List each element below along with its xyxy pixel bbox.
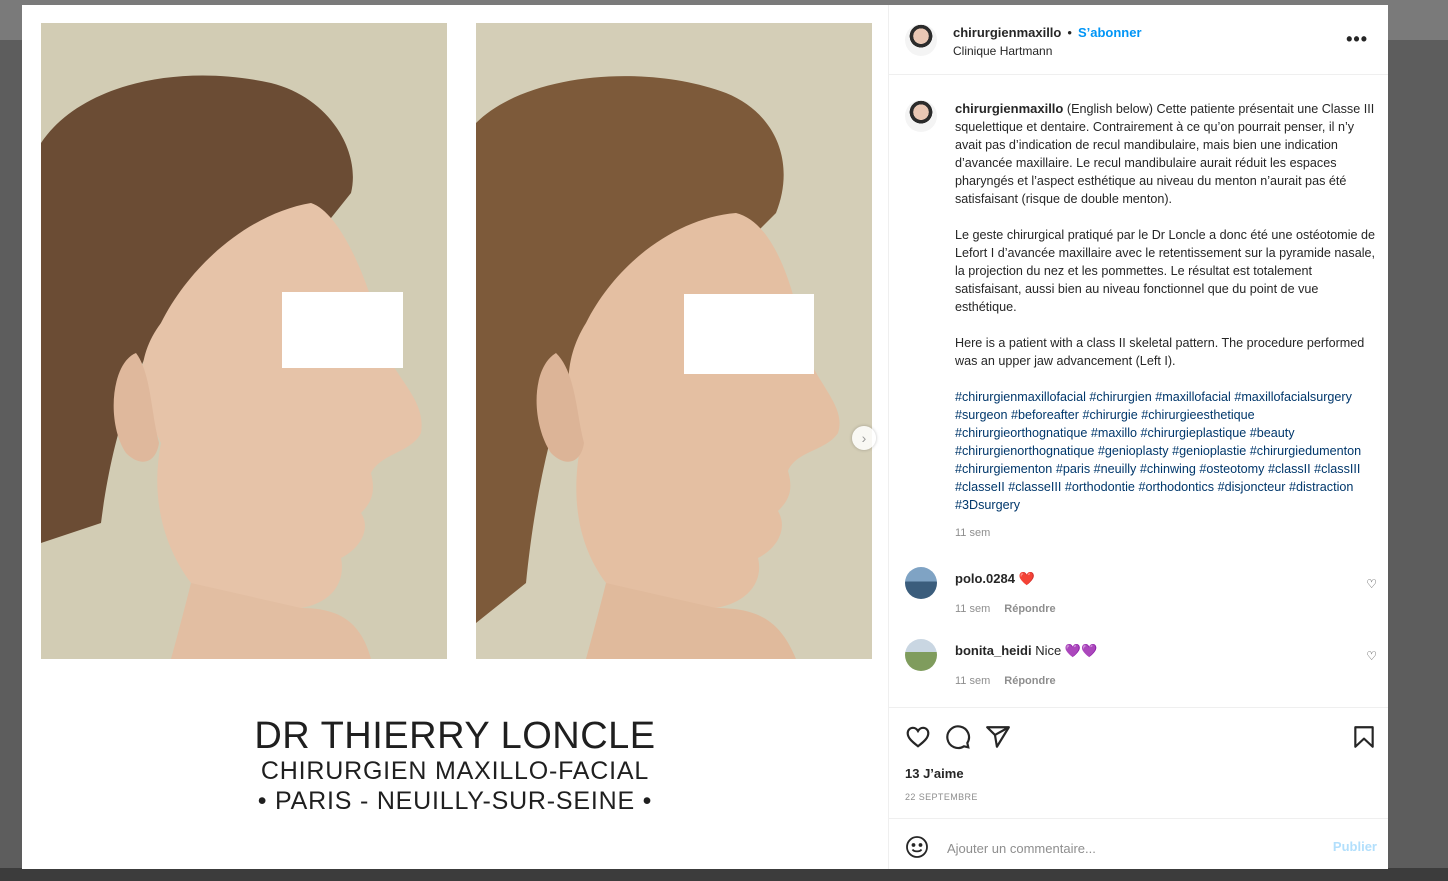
hashtag-link[interactable]: #genioplastie <box>1172 444 1246 458</box>
post-modal: › DR THIERRY LONCLE CHIRURGIEN MAXILLO-F… <box>22 5 1388 869</box>
hashtag-link[interactable]: #surgeon <box>955 408 1008 422</box>
caption-hashtags: #chirurgienmaxillofacial #chirurgien #ma… <box>955 388 1379 514</box>
commenter-avatar[interactable] <box>905 639 937 671</box>
before-photo <box>41 23 447 659</box>
hashtag-link[interactable]: #osteotomy <box>1199 462 1264 476</box>
caption-paragraph-2: Le geste chirurgical pratiqué par le Dr … <box>955 228 1376 314</box>
eye-censor-box-after <box>684 294 814 374</box>
add-comment-bar: Publier <box>889 818 1388 869</box>
hashtag-link[interactable]: #chirurgie <box>1082 408 1137 422</box>
save-bookmark-icon[interactable] <box>1351 724 1377 750</box>
comment-time: 11 sem <box>955 603 991 615</box>
hashtag-link[interactable]: #paris <box>1056 462 1090 476</box>
post-header: chirurgienmaxillo • S’abonner Clinique H… <box>889 5 1388 75</box>
reply-button[interactable]: Répondre <box>1004 675 1055 687</box>
hashtag-link[interactable]: #chirurgien <box>1089 390 1151 404</box>
post-panel: chirurgienmaxillo • S’abonner Clinique H… <box>888 5 1388 869</box>
follow-button[interactable]: S’abonner <box>1078 25 1142 40</box>
caption-paragraph-1: (English below) Cette patiente présentai… <box>955 102 1375 206</box>
comment-meta: 11 sem Répondre <box>955 675 1070 687</box>
comment-body: bonita_heidi Nice 💜💜 <box>955 643 1097 659</box>
hashtag-link[interactable]: #chirurgienorthognatique <box>955 444 1094 458</box>
comment-like-icon[interactable]: ♡ <box>1366 577 1377 591</box>
post-date: 22 SEPTEMBRE <box>905 792 978 802</box>
hashtag-link[interactable]: #genioplasty <box>1098 444 1169 458</box>
brand-place: • PARIS - NEUILLY-SUR-SEINE • <box>257 787 653 815</box>
hashtag-link[interactable]: #3Dsurgery <box>955 498 1020 512</box>
hashtag-link[interactable]: #chirurgienmaxillofacial <box>955 390 1086 404</box>
hashtag-link[interactable]: #orthodontics <box>1138 480 1214 494</box>
emoji-icon[interactable] <box>905 835 929 859</box>
hashtag-link[interactable]: #chirurgieorthognatique <box>955 426 1087 440</box>
header-user-row: chirurgienmaxillo • S’abonner <box>953 25 1142 40</box>
comment-time: 11 sem <box>955 675 991 687</box>
commenter-username[interactable]: polo.0284 <box>955 571 1015 586</box>
comment-meta: 11 sem Répondre <box>955 603 1070 615</box>
author-avatar[interactable] <box>905 24 937 56</box>
publish-button[interactable]: Publier <box>1333 839 1377 854</box>
hashtag-link[interactable]: #distraction <box>1289 480 1353 494</box>
brand-title: CHIRURGIEN MAXILLO-FACIAL <box>260 757 650 785</box>
commenter-username[interactable]: bonita_heidi <box>955 643 1032 658</box>
comment-text: ❤️ <box>1018 571 1035 586</box>
comment-item: polo.0284 ❤️ 11 sem Répondre ♡ <box>889 567 1388 627</box>
caption-time: 11 sem <box>955 527 991 539</box>
hashtag-link[interactable]: #chinwing <box>1140 462 1196 476</box>
caption-text: chirurgienmaxillo (English below) Cette … <box>955 100 1379 532</box>
commenter-avatar[interactable] <box>905 567 937 599</box>
post-location[interactable]: Clinique Hartmann <box>953 44 1052 58</box>
caption-area: chirurgienmaxillo (English below) Cette … <box>889 75 1388 707</box>
hashtag-link[interactable]: #classII <box>1268 462 1311 476</box>
header-separator: • <box>1067 25 1072 40</box>
share-send-icon[interactable] <box>985 724 1011 750</box>
hashtag-link[interactable]: #chirurgieesthetique <box>1141 408 1254 422</box>
caption-author-avatar[interactable] <box>905 100 937 132</box>
more-options-icon[interactable]: ••• <box>1346 29 1368 50</box>
caption-username[interactable]: chirurgienmaxillo <box>955 101 1063 116</box>
hashtag-link[interactable]: #orthodontie <box>1065 480 1135 494</box>
comment-text: Nice 💜💜 <box>1035 643 1098 658</box>
comment-bubble-icon[interactable] <box>945 724 971 750</box>
caption-paragraph-3: Here is a patient with a class II skelet… <box>955 336 1365 368</box>
post-media: › DR THIERRY LONCLE CHIRURGIEN MAXILLO-F… <box>22 5 888 869</box>
hashtag-link[interactable]: #maxillo <box>1091 426 1137 440</box>
hashtag-link[interactable]: #chirurgiementon <box>955 462 1052 476</box>
hashtag-link[interactable]: #classeIII <box>1008 480 1061 494</box>
reply-button[interactable]: Répondre <box>1004 603 1055 615</box>
likes-count[interactable]: 13 J’aime <box>905 766 964 781</box>
carousel-next-button[interactable]: › <box>852 426 876 450</box>
hashtag-link[interactable]: #maxillofacial <box>1155 390 1231 404</box>
comment-item: bonita_heidi Nice 💜💜 11 sem Répondre ♡ <box>889 639 1388 699</box>
backdrop-bottom <box>0 868 1448 881</box>
hashtag-link[interactable]: #chirurgieplastique <box>1141 426 1247 440</box>
eye-censor-box-before <box>282 292 403 368</box>
comment-like-icon[interactable]: ♡ <box>1366 649 1377 663</box>
like-heart-icon[interactable] <box>905 724 931 750</box>
author-username[interactable]: chirurgienmaxillo <box>953 25 1061 40</box>
hashtag-link[interactable]: #chirurgiedumenton <box>1250 444 1361 458</box>
hashtag-link[interactable]: #neuilly <box>1094 462 1137 476</box>
hashtag-link[interactable]: #beauty <box>1250 426 1295 440</box>
brand-name: DR THIERRY LONCLE <box>254 715 656 757</box>
comment-body: polo.0284 ❤️ <box>955 571 1035 587</box>
hashtag-link[interactable]: #classIII <box>1314 462 1360 476</box>
comment-input[interactable] <box>945 835 1309 861</box>
hashtag-link[interactable]: #beforeafter <box>1011 408 1079 422</box>
hashtag-link[interactable]: #maxillofacialsurgery <box>1234 390 1352 404</box>
hashtag-link[interactable]: #disjoncteur <box>1218 480 1286 494</box>
hashtag-link[interactable]: #classeII <box>955 480 1005 494</box>
after-photo <box>476 23 872 659</box>
post-actions: 13 J’aime 22 SEPTEMBRE Publier <box>889 707 1388 868</box>
